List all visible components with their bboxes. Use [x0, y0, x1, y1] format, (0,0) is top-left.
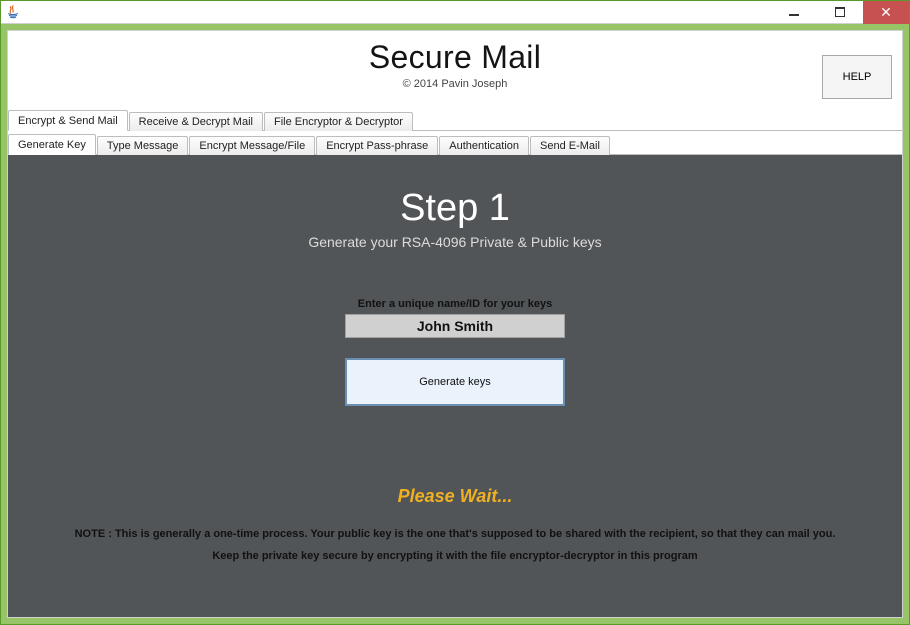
tab-send-email[interactable]: Send E-Mail [530, 136, 610, 155]
main-panel: Step 1 Generate your RSA-4096 Private & … [8, 155, 902, 617]
content-area: Secure Mail © 2014 Pavin Joseph HELP Enc… [7, 30, 903, 618]
help-button[interactable]: HELP [822, 55, 892, 99]
tab-authentication[interactable]: Authentication [439, 136, 529, 155]
note-line-2: Keep the private key secure by encryptin… [212, 550, 697, 562]
header-center: Secure Mail © 2014 Pavin Joseph [369, 39, 541, 90]
tab-encrypt-send[interactable]: Encrypt & Send Mail [8, 110, 128, 131]
note-text: NOTE : This is generally a one-time proc… [57, 523, 854, 567]
header-area: Secure Mail © 2014 Pavin Joseph HELP [8, 31, 902, 109]
window-controls: ✕ [771, 1, 909, 24]
copyright: © 2014 Pavin Joseph [369, 78, 541, 90]
inner-tab-row: Generate Key Type Message Encrypt Messag… [8, 133, 902, 155]
key-name-input[interactable] [345, 314, 565, 338]
outer-tab-row: Encrypt & Send Mail Receive & Decrypt Ma… [8, 109, 902, 131]
generate-keys-button[interactable]: Generate keys [345, 358, 565, 406]
tab-receive-decrypt[interactable]: Receive & Decrypt Mail [129, 112, 263, 131]
close-button[interactable]: ✕ [863, 1, 909, 24]
minimize-button[interactable] [771, 1, 817, 24]
tab-encrypt-message[interactable]: Encrypt Message/File [189, 136, 315, 155]
input-label: Enter a unique name/ID for your keys [358, 298, 552, 310]
app-window: ✕ Secure Mail © 2014 Pavin Joseph HELP E… [0, 0, 910, 625]
tab-file-encryptor[interactable]: File Encryptor & Decryptor [264, 112, 413, 131]
titlebar-left [5, 4, 21, 20]
titlebar: ✕ [1, 1, 909, 24]
step-subtitle: Generate your RSA-4096 Private & Public … [308, 234, 601, 250]
note-line-1: NOTE : This is generally a one-time proc… [75, 528, 836, 540]
step-title: Step 1 [400, 187, 510, 230]
tab-generate-key[interactable]: Generate Key [8, 134, 96, 155]
app-title: Secure Mail [369, 39, 541, 76]
maximize-button[interactable] [817, 1, 863, 24]
wait-label: Please Wait... [398, 486, 513, 507]
java-icon [5, 4, 21, 20]
tab-type-message[interactable]: Type Message [97, 136, 189, 155]
tab-encrypt-passphrase[interactable]: Encrypt Pass-phrase [316, 136, 438, 155]
